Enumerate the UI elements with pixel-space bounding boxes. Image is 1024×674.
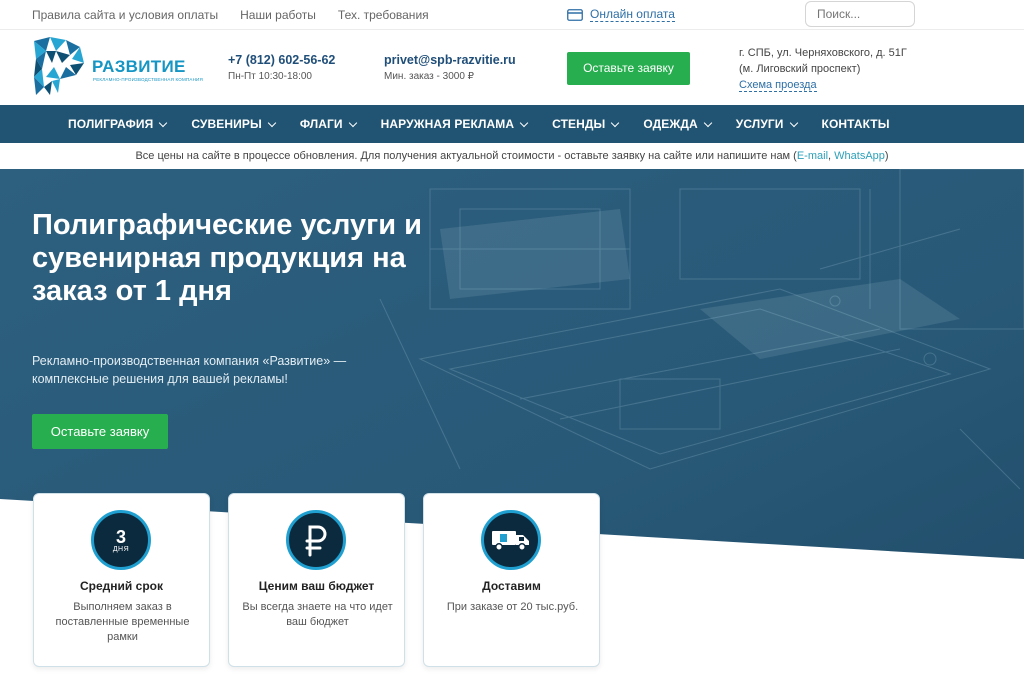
chevron-down-icon: [159, 118, 168, 127]
ruble-glyph: [305, 525, 327, 557]
hero-subtitle: Рекламно-производственная компания «Разв…: [32, 354, 347, 386]
nav-label: СТЕНДЫ: [552, 117, 606, 131]
card-title: Доставим: [482, 579, 541, 593]
hero-title: Полиграфические услуги и сувенирная прод…: [32, 209, 422, 307]
top-links: Правила сайта и условия оплаты Наши рабо…: [32, 8, 429, 22]
notice-whatsapp-link[interactable]: WhatsApp: [834, 150, 885, 162]
hero-cta-button[interactable]: Оставьте заявку: [32, 414, 168, 449]
truck-icon: [481, 510, 541, 570]
logo[interactable]: РАЗВИТИЕ РЕКЛАМНО-ПРОИЗВОДСТВЕННАЯ КОМПА…: [32, 37, 203, 97]
nav-item-printing[interactable]: ПОЛИГРАФИЯ: [68, 105, 168, 143]
online-payment-label: Онлайн оплата: [590, 7, 675, 22]
phone-number[interactable]: +7 (812) 602-56-62: [228, 53, 335, 67]
card-description: При заказе от 20 тыс.руб.: [446, 601, 579, 613]
phone-block: +7 (812) 602-56-62 Пн-Пт 10:30-18:00: [228, 53, 335, 82]
chevron-down-icon: [348, 118, 357, 127]
top-link-requirements[interactable]: Тех. требования: [338, 8, 429, 22]
feature-card-speed: 3 ДНЯ Средний срок Выполняем заказ в пос…: [33, 493, 210, 667]
address-block: г. СПБ, ул. Черняховского, д. 51Г (м. Ли…: [739, 45, 907, 93]
card-title: Средний срок: [80, 579, 163, 593]
nav-label: ПОЛИГРАФИЯ: [68, 117, 154, 131]
nav-label: УСЛУГИ: [735, 117, 784, 131]
notice-text: Все цены на сайте в процессе обновления.…: [135, 150, 797, 162]
email-block: privet@spb-razvitie.ru Мин. заказ - 3000…: [384, 53, 516, 82]
notice-end: ): [884, 150, 889, 162]
nav-item-souvenirs[interactable]: СУВЕНИРЫ: [191, 105, 277, 143]
route-link[interactable]: Схема проезда: [739, 79, 817, 92]
days-icon: 3 ДНЯ: [91, 510, 151, 570]
nav-item-stands[interactable]: СТЕНДЫ: [552, 105, 620, 143]
header: РАЗВИТИЕ РЕКЛАМНО-ПРОИЗВОДСТВЕННАЯ КОМПА…: [0, 31, 1024, 105]
address-line-2: (м. Лиговский проспект): [739, 63, 861, 75]
logo-mark-icon: [34, 37, 84, 95]
feature-card-budget: Ценим ваш бюджет Вы всегда знаете на что…: [228, 493, 405, 667]
notice-email-link[interactable]: E-mail: [797, 150, 828, 162]
chevron-down-icon: [789, 118, 798, 127]
search-input[interactable]: [805, 1, 915, 27]
nav-item-flags[interactable]: ФЛАГИ: [299, 105, 357, 143]
credit-card-icon: [567, 8, 583, 21]
days-number: 3: [115, 526, 126, 547]
truck-glyph: [492, 531, 529, 551]
card-description: Выполняем заказ в поставленные временные…: [55, 601, 190, 643]
top-link-rules[interactable]: Правила сайта и условия оплаты: [32, 8, 218, 22]
nav-label: КОНТАКТЫ: [821, 117, 890, 131]
online-payment-link[interactable]: Онлайн оплата: [567, 7, 675, 22]
chevron-down-icon: [703, 118, 713, 127]
address-line-1: г. СПБ, ул. Черняховского, д. 51Г: [739, 47, 907, 59]
nav-label: ОДЕЖДА: [643, 117, 698, 131]
nav-label: СУВЕНИРЫ: [191, 117, 262, 131]
logo-name: РАЗВИТИЕ: [92, 57, 186, 76]
nav-label: ФЛАГИ: [299, 117, 343, 131]
nav-item-services[interactable]: УСЛУГИ: [735, 105, 798, 143]
chevron-down-icon: [267, 118, 277, 127]
working-hours: Пн-Пт 10:30-18:00: [228, 71, 312, 82]
main-nav: ПОЛИГРАФИЯ СУВЕНИРЫ ФЛАГИ НАРУЖНАЯ РЕКЛА…: [0, 105, 1024, 143]
email-link[interactable]: privet@spb-razvitie.ru: [384, 53, 516, 67]
feature-card-delivery: Доставим При заказе от 20 тыс.руб.: [423, 493, 600, 667]
min-order: Мин. заказ - 3000 ₽: [384, 71, 475, 82]
chevron-down-icon: [519, 118, 529, 127]
nav-item-contacts[interactable]: КОНТАКТЫ: [822, 105, 890, 143]
top-bar: Правила сайта и условия оплаты Наши рабо…: [0, 0, 1024, 30]
nav-item-outdoor-ads[interactable]: НАРУЖНАЯ РЕКЛАМА: [380, 105, 529, 143]
chevron-down-icon: [611, 118, 620, 127]
ruble-icon: [286, 510, 346, 570]
nav-item-clothing[interactable]: ОДЕЖДА: [643, 105, 713, 143]
logo-subtitle: РЕКЛАМНО-ПРОИЗВОДСТВЕННАЯ КОМПАНИЯ: [93, 77, 203, 82]
header-cta-button[interactable]: Оставьте заявку: [567, 52, 690, 85]
card-title: Ценим ваш бюджет: [258, 579, 375, 593]
days-unit: ДНЯ: [112, 545, 130, 553]
nav-label: НАРУЖНАЯ РЕКЛАМА: [380, 117, 515, 131]
card-description: Вы всегда знаете на что идет ваш бюджет: [242, 601, 393, 628]
top-link-works[interactable]: Наши работы: [240, 8, 316, 22]
price-notice: Все цены на сайте в процессе обновления.…: [0, 143, 1024, 169]
